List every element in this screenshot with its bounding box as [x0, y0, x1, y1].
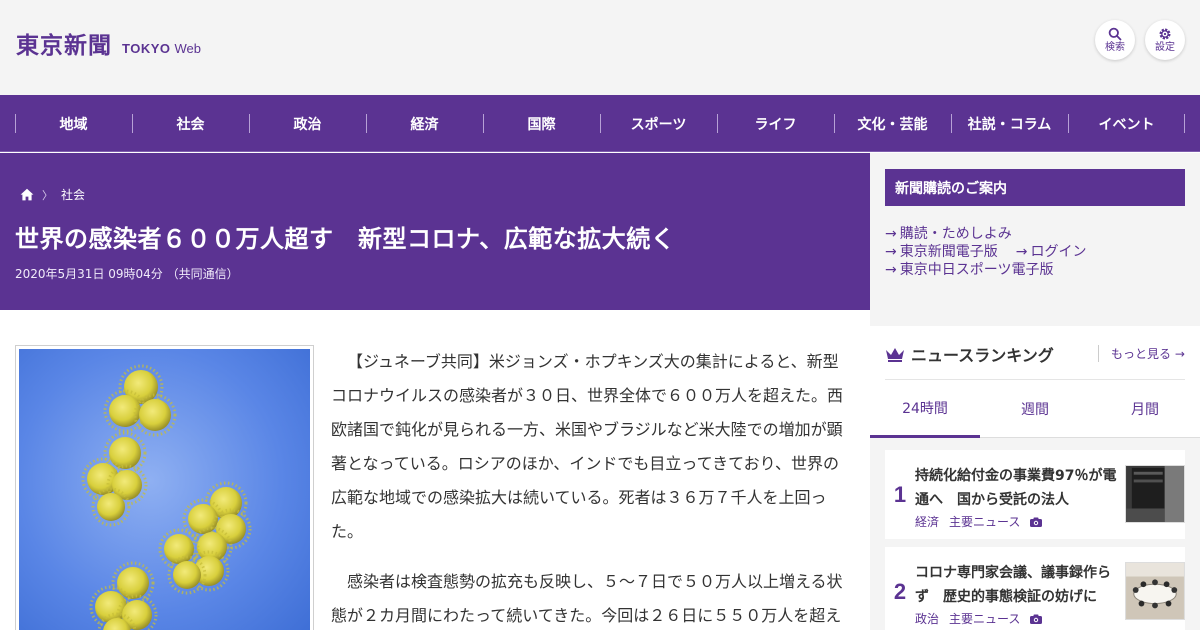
crown-icon [886, 348, 904, 362]
tab-monthly[interactable]: 月間 [1090, 380, 1200, 438]
site-header: 東京新聞 TOKYO Web 検索 設定 [0, 0, 1200, 95]
settings-button[interactable]: 設定 [1145, 20, 1185, 60]
nav-item-editorial[interactable]: 社説・コラム [951, 95, 1068, 152]
virus-particle [164, 534, 194, 564]
digital-edition-link[interactable]: → 東京新聞電子版 [885, 243, 998, 261]
ranking-thumbnail [1125, 562, 1185, 620]
tag-category[interactable]: 経済 [915, 513, 939, 530]
sports-digital-edition-link[interactable]: → 東京中日スポーツ電子版 [885, 261, 1053, 279]
ranking-list: 1 持続化給付金の事業費97％が電通へ 国から受託の法人 経済 主要ニュース 2… [870, 438, 1200, 630]
home-icon[interactable] [20, 188, 34, 201]
search-icon [1108, 27, 1122, 40]
login-link[interactable]: → ログイン [1016, 243, 1087, 261]
virus-particle [95, 591, 127, 623]
virus-particle [117, 567, 149, 599]
article-paragraph: 感染者は検査態勢の拡充も反映し、５～７日で５０万人以上増える状態が２カ月間にわた… [331, 572, 843, 625]
breadcrumb: 〉 社会 [20, 186, 85, 203]
logo-tokyo-text: TOKYO [122, 41, 171, 56]
ranking-headline: コロナ専門家会議、議事録作らず 歴史的事態検証の妨げに [915, 565, 1111, 605]
ranking-more-link[interactable]: もっと見る → [1098, 345, 1185, 362]
ranking-tags: 経済 主要ニュース [915, 513, 1043, 530]
rank-number: 2 [893, 578, 907, 604]
nav-item-economy[interactable]: 経済 [366, 95, 483, 152]
nav-item-sports[interactable]: スポーツ [600, 95, 717, 152]
rank-number: 1 [893, 481, 907, 507]
arrow-right-icon: → [1015, 244, 1028, 260]
nav-item-region[interactable]: 地域 [15, 95, 132, 152]
ranking-thumbnail [1125, 465, 1185, 523]
link-label: 東京中日スポーツ電子版 [899, 262, 1054, 278]
coronavirus-image [19, 349, 310, 630]
breadcrumb-category[interactable]: 社会 [61, 186, 85, 203]
tag-category[interactable]: 政治 [915, 610, 939, 627]
arrow-right-icon: → [1174, 347, 1185, 361]
camera-icon [1030, 517, 1043, 527]
virus-particle [109, 395, 141, 427]
search-label: 検索 [1105, 41, 1125, 53]
gear-icon [1159, 27, 1171, 40]
nav-item-events[interactable]: イベント [1068, 95, 1185, 152]
tag-topic[interactable]: 主要ニュース [949, 610, 1020, 627]
subscription-heading: 新聞購読のご案内 [885, 169, 1185, 206]
link-label: 購読・ためしよみ [899, 226, 1012, 242]
article-photo[interactable] [15, 345, 314, 630]
article-body: 【ジュネーブ共同】米ジョンズ・ホプキンズ大の集計によると、新型コロナウイルスの感… [331, 345, 846, 630]
ranking-item[interactable]: 1 持続化給付金の事業費97％が電通へ 国から受託の法人 経済 主要ニュース [885, 450, 1185, 539]
ranking-title-text: ニュースランキング [911, 346, 1054, 365]
breadcrumb-separator: 〉 [42, 188, 53, 202]
arrow-right-icon: → [885, 262, 897, 278]
virus-particle [97, 493, 125, 521]
nav-item-international[interactable]: 国際 [483, 95, 600, 152]
ranking-item[interactable]: 2 コロナ専門家会議、議事録作らず 歴史的事態検証の妨げに 政治 主要ニュース [885, 547, 1185, 630]
article-dateline: 2020年5月31日 09時04分 （共同通信） [15, 267, 239, 281]
tab-24h[interactable]: 24時間 [870, 380, 980, 438]
ranking-card: ニュースランキング もっと見る → 24時間 週間 月間 1 持続化給付金の事業… [870, 326, 1200, 630]
link-label: ログイン [1030, 244, 1087, 260]
nav-item-society[interactable]: 社会 [132, 95, 249, 152]
ranking-tags: 政治 主要ニュース [915, 610, 1043, 627]
settings-label: 設定 [1155, 41, 1175, 53]
ranking-title: ニュースランキング [885, 342, 1054, 366]
link-label: 東京新聞電子版 [899, 244, 998, 260]
virus-particle [109, 437, 141, 469]
nav-item-culture[interactable]: 文化・芸能 [834, 95, 951, 152]
site-logo[interactable]: 東京新聞 TOKYO Web [16, 26, 201, 60]
logo-japanese-text: 東京新聞 [16, 32, 112, 59]
trial-subscription-link[interactable]: → 購読・ためしよみ [885, 225, 1012, 243]
category-nav: 地域 社会 政治 経済 国際 スポーツ ライフ 文化・芸能 社説・コラム イベン… [0, 95, 1200, 152]
ranking-tabs: 24時間 週間 月間 [870, 380, 1200, 438]
article-headline: 世界の感染者６００万人超す 新型コロナ、広範な拡大続く [15, 225, 676, 253]
nav-item-life[interactable]: ライフ [717, 95, 834, 152]
article-paragraph: 【ジュネーブ共同】米ジョンズ・ホプキンズ大の集計によると、新型コロナウイルスの感… [331, 352, 844, 541]
camera-icon [1030, 614, 1043, 624]
virus-particle [139, 399, 171, 431]
tag-topic[interactable]: 主要ニュース [949, 513, 1020, 530]
tab-weekly[interactable]: 週間 [980, 380, 1090, 438]
news-ranking: ニュースランキング もっと見る → 24時間 週間 月間 1 持続化給付金の事業… [870, 310, 1200, 630]
more-label: もっと見る [1111, 347, 1172, 361]
arrow-right-icon: → [885, 244, 897, 260]
nav-item-politics[interactable]: 政治 [249, 95, 366, 152]
subscription-links: → 購読・ためしよみ → 東京新聞電子版 → ログイン → 東京中日スポーツ電子版 [885, 225, 1104, 279]
article-hero: 〉 社会 世界の感染者６００万人超す 新型コロナ、広範な拡大続く 2020年5月… [0, 153, 870, 310]
virus-particle [173, 561, 201, 589]
logo-web-text: Web [174, 41, 202, 56]
ranking-headline: 持続化給付金の事業費97％が電通へ 国から受託の法人 [915, 468, 1117, 508]
arrow-right-icon: → [885, 226, 897, 242]
search-button[interactable]: 検索 [1095, 20, 1135, 60]
